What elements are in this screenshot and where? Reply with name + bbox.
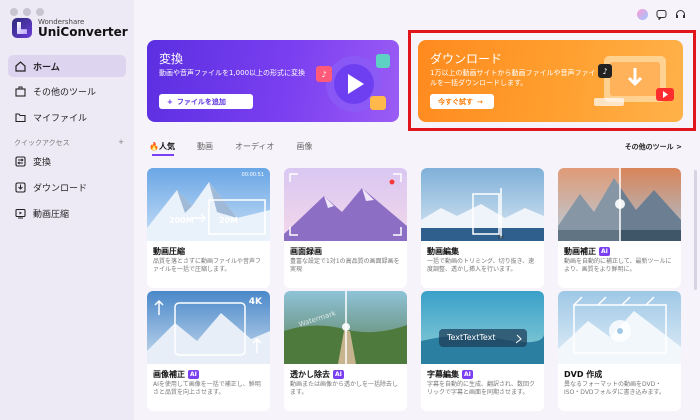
brand-name: UniConverter (38, 24, 128, 39)
subtitle-sample-text: TextTextText (447, 333, 496, 342)
quick-access-label: クイックアクセス (14, 139, 70, 147)
video-compress-thumbnail (147, 168, 270, 241)
card-title: DVD 作成 (564, 370, 603, 379)
app-window: Wondershare UniConverter ホーム その他のツール マイフ… (0, 0, 700, 420)
card-desc: 豊富な設定で1対1の高品質の画面録画を実現 (290, 258, 400, 273)
add-file-label: ファイルを追加 (176, 97, 226, 106)
card-desc: 動画を自動的に補正して、最新ツールにより、画質をより鮮明に。 (564, 258, 672, 273)
tab-audio[interactable]: オーディオ (235, 141, 274, 152)
tool-card-subtitle-editor[interactable]: TextTextText 字幕編集 AI 字幕を自動的に生成、翻訳され、数回クリ… (421, 291, 544, 411)
tool-card-watermark-remover[interactable]: Watermark 透かし除去 AI 動画または画像から透かしを一括除去します。 (284, 291, 407, 411)
tab-video[interactable]: 動画 (197, 141, 213, 152)
svg-text:♪: ♪ (321, 70, 326, 79)
tool-card-video-compress[interactable]: 200M 20M 00:00:51 動画圧縮 品質を落とさずに動画ファイルや音声… (147, 168, 270, 288)
compress-icon (15, 208, 26, 219)
maximize-window-button[interactable] (36, 8, 44, 16)
dvd-burner-thumbnail (558, 291, 681, 364)
card-desc: 品質を落とさずに動画ファイルや音声ファイルを一括で圧縮します。 (153, 258, 262, 273)
resolution-label: 4K (248, 297, 262, 307)
tool-card-image-enhance[interactable]: 4K 画像補正 AI AIを使用して画像を一括で補正し、鮮明さと品質を向上させま… (147, 291, 270, 411)
quick-access-header: クイックアクセス + (14, 138, 124, 148)
tool-card-video-editor[interactable]: ✂ 動画編集 一括で動画のトリミング、切り抜き、速度調整、透かし挿入を行います。 (421, 168, 544, 288)
add-file-button[interactable]: + ファイルを追加 (159, 94, 253, 109)
quick-item-compress[interactable]: 動画圧縮 (8, 202, 126, 224)
quick-item-convert[interactable]: 変換 (8, 150, 126, 172)
close-window-button[interactable] (10, 8, 18, 16)
more-tools-link[interactable]: その他のツール > (625, 142, 682, 152)
svg-text:✂: ✂ (498, 233, 505, 241)
card-title-text: 動画圧縮 (153, 247, 185, 256)
home-icon (15, 60, 26, 72)
uniconverter-logo-icon (12, 18, 32, 38)
screen-recorder-thumbnail (284, 168, 407, 241)
active-tab-indicator (152, 154, 174, 156)
size-after: 20M (219, 216, 239, 225)
card-desc: 字幕を自動的に生成、翻訳され、数回クリックで字幕と画面を同期させます。 (427, 381, 536, 396)
category-tabs: 🔥人気 動画 オーディオ 画像 (149, 141, 312, 152)
ai-badge: AI (333, 370, 344, 379)
card-title: 画面録画 (290, 247, 322, 256)
video-enhance-thumbnail (558, 168, 681, 241)
card-title: 動画編集 (427, 247, 459, 256)
tool-card-dvd-burner[interactable]: DVD 作成 異なるフォーマットの動画をDVD・ISO・DVDフォルダに書き込み… (558, 291, 681, 411)
ai-badge: AI (599, 247, 610, 256)
highlight-box (408, 30, 696, 131)
folder-icon (15, 112, 26, 123)
headset-icon[interactable] (675, 9, 686, 20)
tab-popular[interactable]: 🔥人気 (149, 141, 175, 152)
sidebar-item-label: 動画圧縮 (33, 209, 70, 220)
minimize-window-button[interactable] (23, 8, 31, 16)
subtitle-editor-thumbnail (421, 291, 544, 364)
app-logo: Wondershare UniConverter (12, 18, 128, 38)
card-title: 字幕編集 (427, 370, 459, 379)
card-title: 画像補正 (153, 370, 185, 379)
plus-icon: + (167, 97, 173, 106)
tool-card-video-enhance[interactable]: 動画補正 AI 動画を自動的に補正して、最新ツールにより、画質をより鮮明に。 (558, 168, 681, 288)
convert-icon (15, 155, 26, 167)
size-before: 200M (169, 216, 194, 225)
sidebar-item-label: 変換 (33, 157, 52, 168)
time-readout: 00:00:51 (241, 172, 264, 178)
quick-item-download[interactable]: ダウンロード (8, 176, 126, 198)
message-icon[interactable] (656, 9, 667, 21)
ai-badge: AI (462, 370, 473, 379)
card-title: 動画圧縮 (153, 246, 185, 257)
tab-label: 人気 (158, 142, 175, 151)
download-icon (15, 181, 26, 193)
convert-banner-title: 変換 (159, 52, 184, 66)
sidebar: Wondershare UniConverter ホーム その他のツール マイフ… (0, 0, 134, 420)
sidebar-item-label: マイファイル (33, 113, 88, 124)
sidebar-item-label: ダウンロード (33, 183, 88, 194)
sidebar-item-other-tools[interactable]: その他のツール (8, 80, 126, 102)
card-desc: AIを使用して画像を一括で補正し、鮮明さと品質を向上させます。 (153, 381, 261, 396)
scrollbar[interactable] (694, 170, 697, 290)
tab-image[interactable]: 画像 (296, 141, 312, 152)
sidebar-item-label: ホーム (33, 62, 60, 73)
add-quick-access-button[interactable]: + (118, 138, 124, 148)
sidebar-item-label: その他のツール (33, 87, 97, 98)
convert-banner-desc: 動画や音声ファイルを1,000以上の形式に変換 (159, 69, 306, 77)
sidebar-item-home[interactable]: ホーム (8, 55, 126, 77)
ai-badge: AI (188, 370, 199, 379)
card-title: 透かし除去 (290, 370, 330, 379)
top-bar-icons (637, 9, 686, 21)
avatar[interactable] (637, 9, 648, 20)
toolbox-icon (15, 86, 26, 97)
window-controls (10, 8, 44, 16)
video-editor-thumbnail: ✂ (421, 168, 544, 241)
card-desc: 異なるフォーマットの動画をDVD・ISO・DVDフォルダに書き込みます。 (564, 381, 665, 396)
card-desc: 一括で動画のトリミング、切り抜き、速度調整、透かし挿入を行います。 (427, 258, 535, 273)
card-desc: 動画または画像から透かしを一括除去します。 (290, 381, 399, 396)
card-title: 動画補正 (564, 247, 596, 256)
sidebar-item-my-files[interactable]: マイファイル (8, 106, 126, 128)
convert-illustration-icon: ♪ (316, 54, 390, 112)
tool-card-screen-recorder[interactable]: 画面録画 豊富な設定で1対1の高品質の画面録画を実現 (284, 168, 407, 288)
